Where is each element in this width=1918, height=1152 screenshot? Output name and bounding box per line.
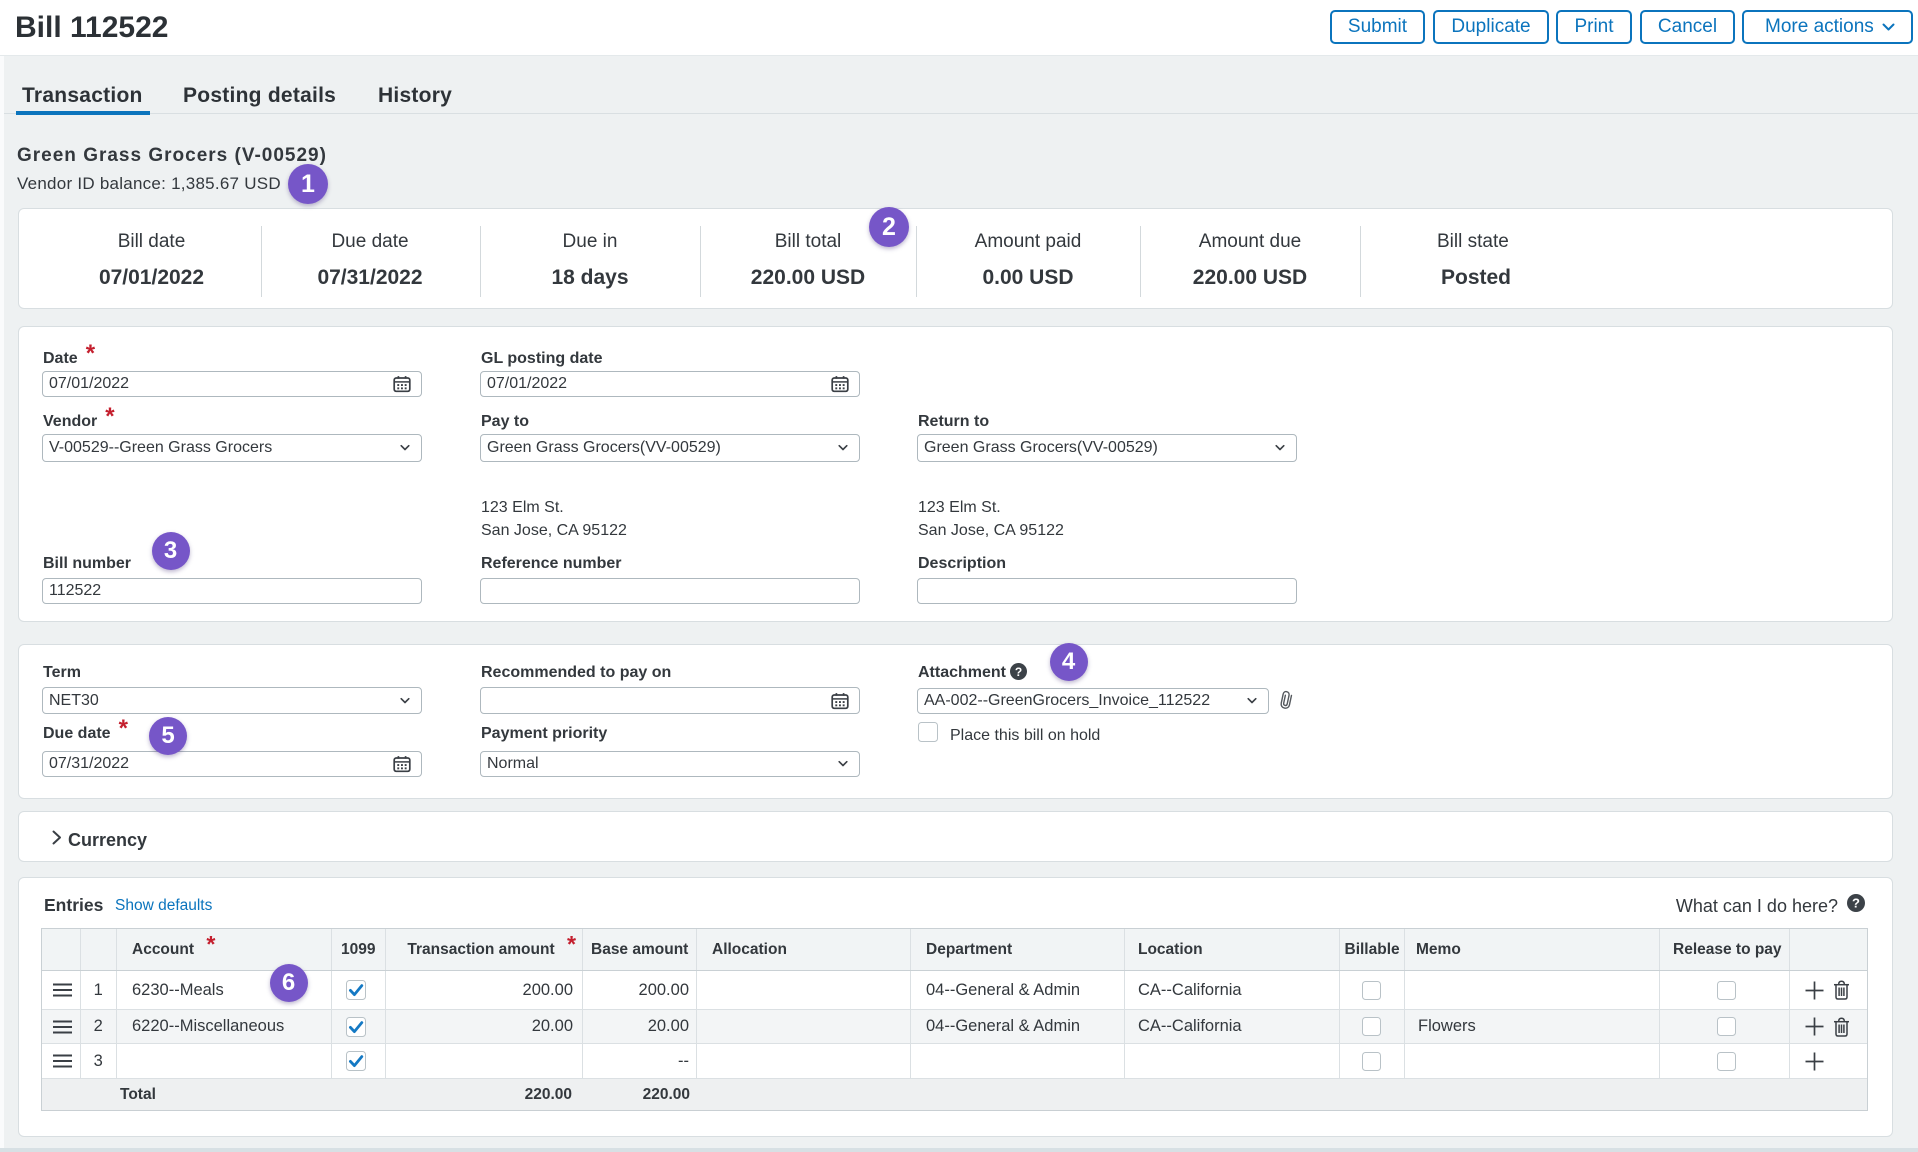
svg-text:?: ? bbox=[1852, 896, 1860, 911]
svg-text:?: ? bbox=[1015, 665, 1022, 679]
